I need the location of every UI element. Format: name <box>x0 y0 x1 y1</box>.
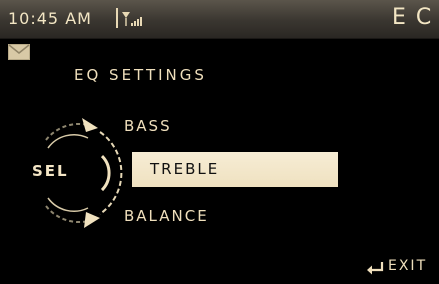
exit-label: EXIT <box>388 258 428 274</box>
signal-strength-icon <box>122 12 142 26</box>
status-separator <box>116 8 118 28</box>
status-bar: 10:45 AM EC <box>0 0 439 39</box>
page-title: EQ SETTINGS <box>74 66 207 84</box>
app-title: EC <box>392 5 439 30</box>
menu-item-bass[interactable]: BASS <box>124 117 172 135</box>
menu-item-treble[interactable]: TREBLE <box>132 152 338 187</box>
menu-item-balance[interactable]: BALANCE <box>124 207 209 225</box>
sel-label: SEL <box>32 162 69 180</box>
clock-time: 10:45 AM <box>8 9 92 28</box>
enter-return-icon <box>367 262 384 275</box>
mail-icon[interactable] <box>8 44 30 60</box>
car-display-screen: 10:45 AM EC EQ SETTINGS SEL BASS TREBLE … <box>0 0 439 284</box>
